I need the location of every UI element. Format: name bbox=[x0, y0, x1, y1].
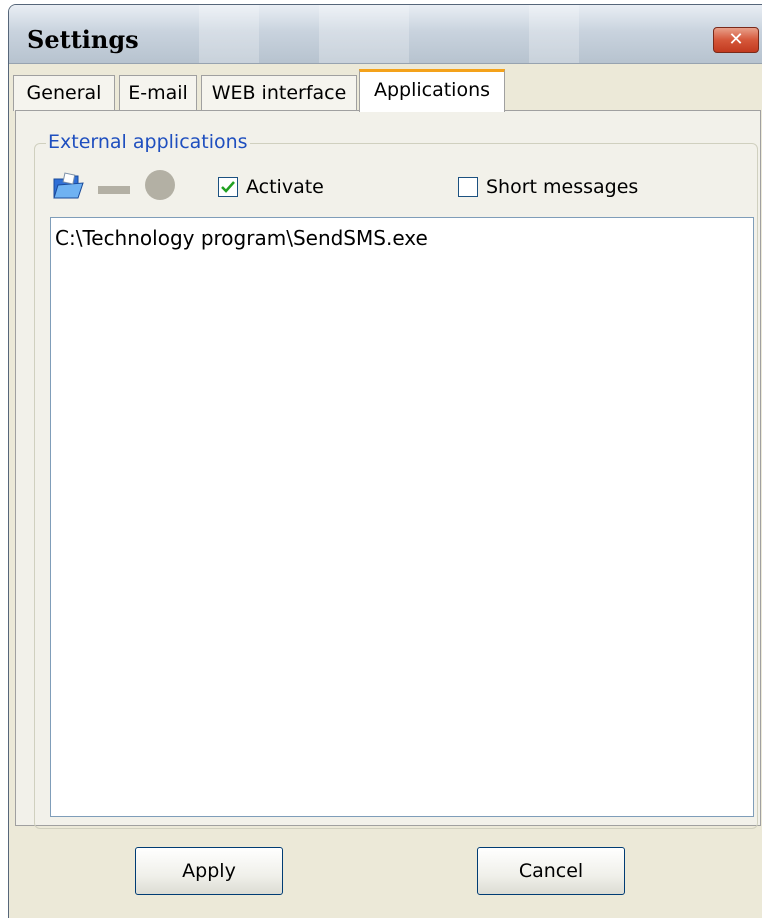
tab-email[interactable]: E-mail bbox=[119, 75, 197, 111]
toolbar: Activate Short messages bbox=[52, 169, 752, 205]
close-button[interactable]: ✕ bbox=[713, 27, 759, 53]
title-bar-glass bbox=[199, 5, 259, 63]
applications-panel: External applications Activate Short mes… bbox=[15, 110, 761, 829]
list-item[interactable]: C:\Technology program\SendSMS.exe bbox=[55, 226, 428, 250]
settings-window: Settings ✕ General E-mail WEB interface … bbox=[8, 4, 762, 918]
tab-strip: General E-mail WEB interface Application… bbox=[9, 69, 762, 112]
open-folder-icon[interactable] bbox=[52, 171, 84, 205]
activate-checkbox-box[interactable] bbox=[218, 177, 238, 197]
cancel-button[interactable]: Cancel bbox=[477, 847, 625, 895]
title-bar-glass bbox=[319, 5, 409, 63]
short-messages-checkbox-box[interactable] bbox=[458, 177, 478, 197]
group-label: External applications bbox=[46, 131, 250, 153]
title-bar-glass bbox=[529, 5, 579, 63]
tab-general[interactable]: General bbox=[13, 75, 115, 111]
apply-button[interactable]: Apply bbox=[135, 847, 283, 895]
activate-label: Activate bbox=[246, 176, 324, 198]
short-messages-label: Short messages bbox=[486, 176, 639, 198]
close-icon: ✕ bbox=[728, 29, 744, 50]
applications-list[interactable]: C:\Technology program\SendSMS.exe bbox=[50, 217, 754, 817]
title-bar[interactable]: Settings ✕ bbox=[9, 5, 762, 64]
record-icon[interactable] bbox=[144, 169, 176, 205]
checkmark-icon bbox=[221, 181, 235, 193]
tab-applications[interactable]: Applications bbox=[359, 69, 505, 112]
window-title: Settings bbox=[27, 25, 139, 54]
remove-icon[interactable] bbox=[98, 181, 130, 200]
tab-web-interface[interactable]: WEB interface bbox=[201, 75, 357, 111]
